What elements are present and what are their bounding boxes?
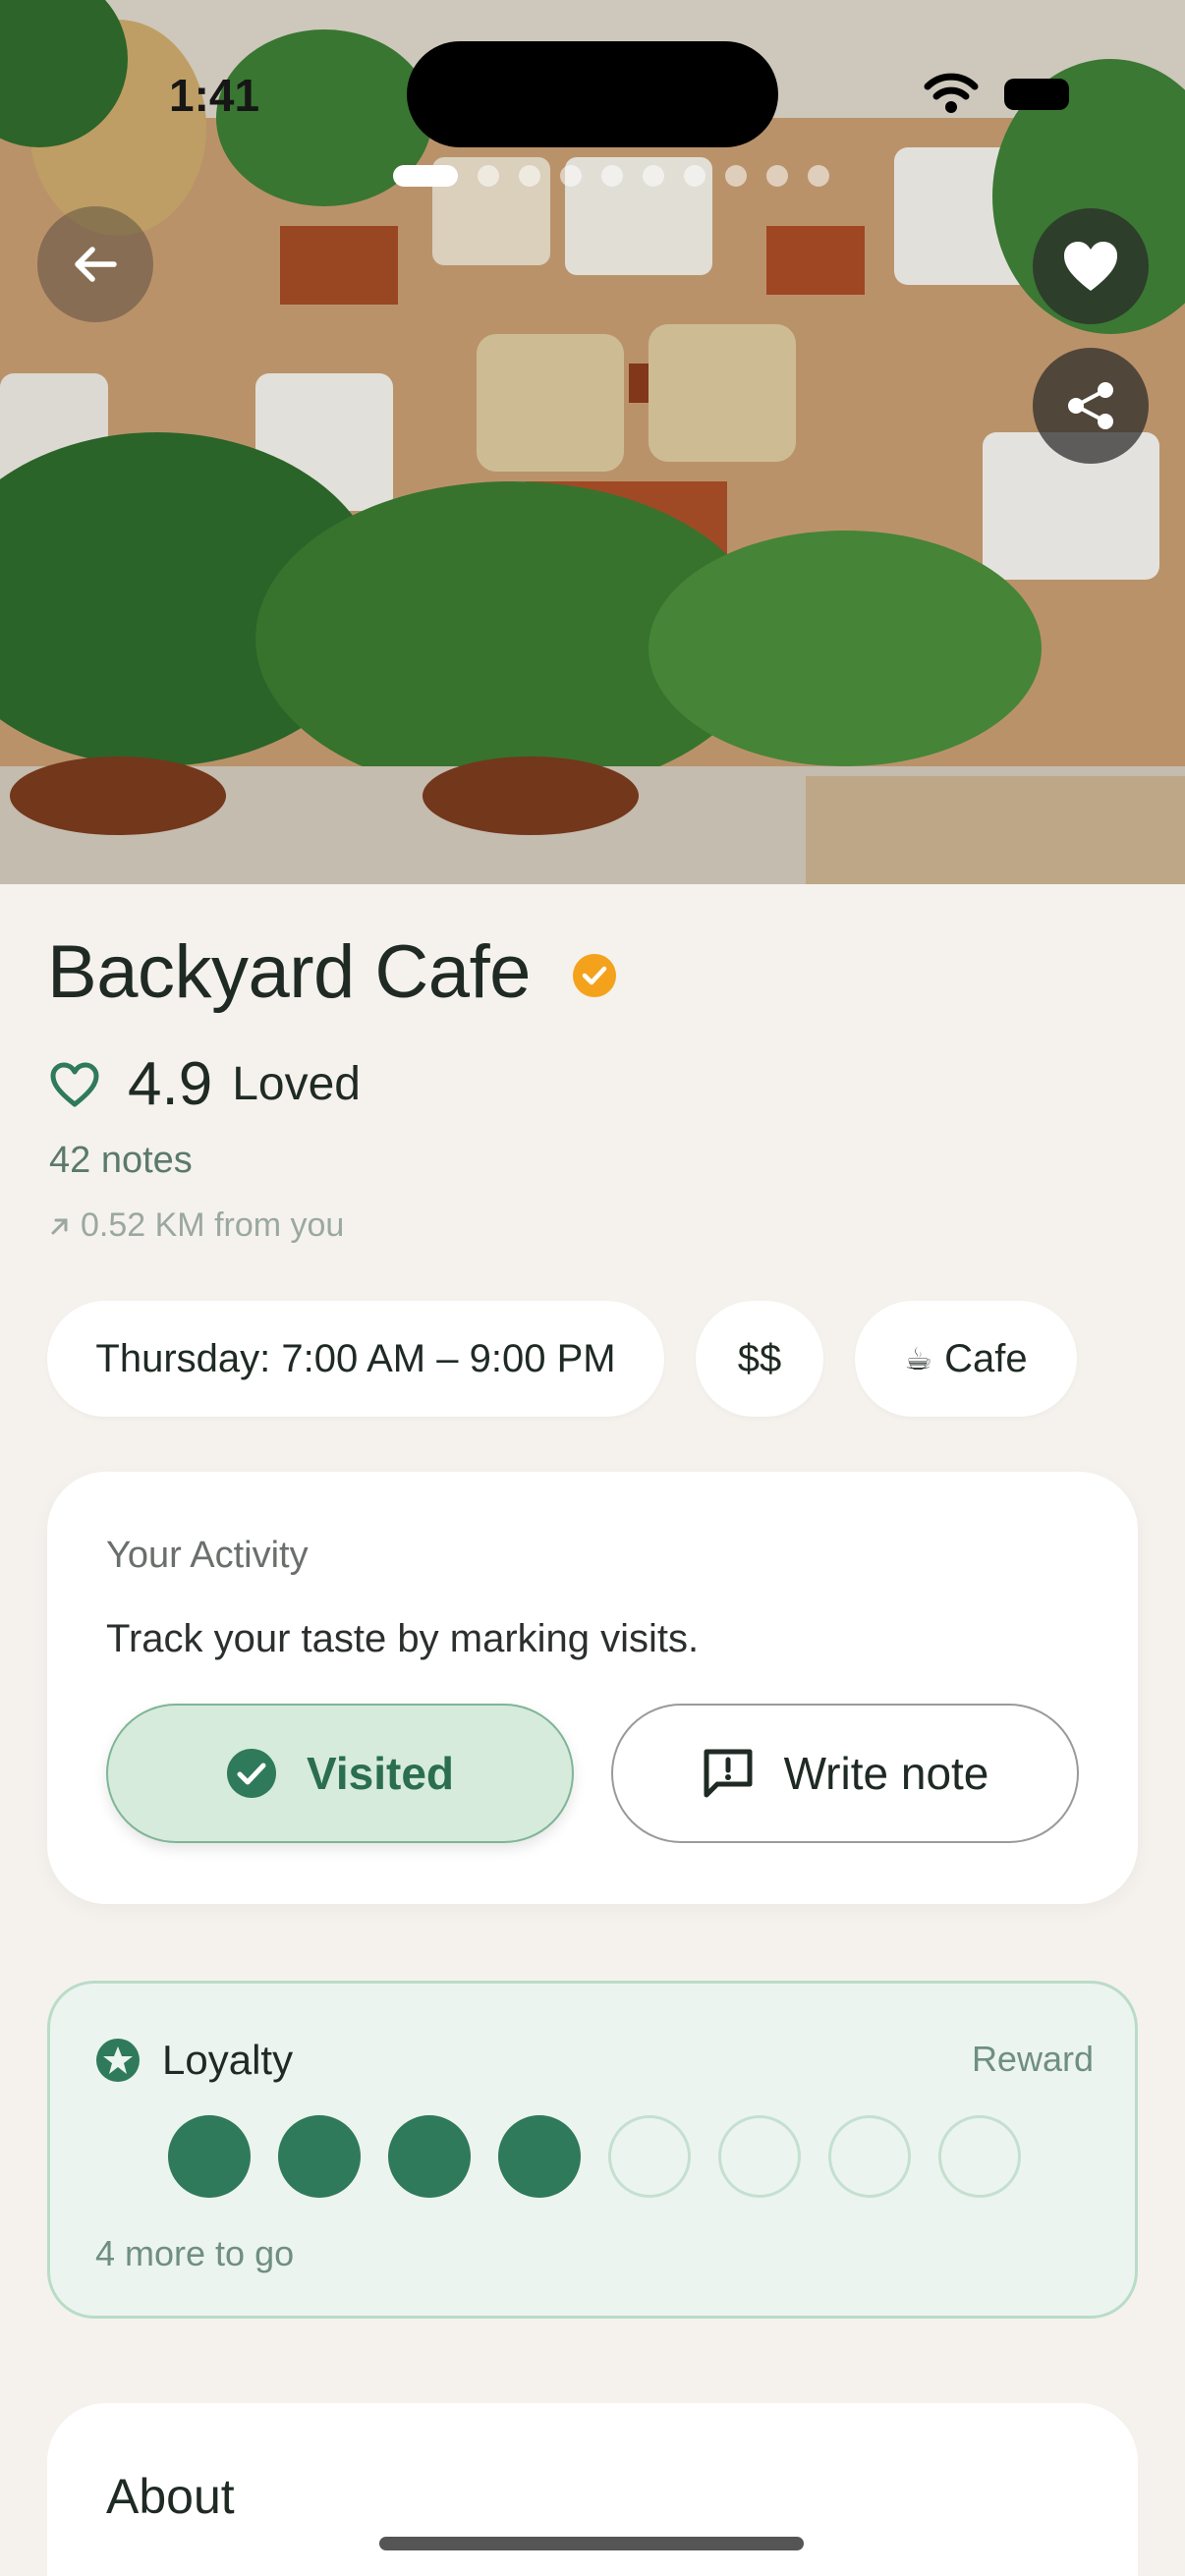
arrow-left-icon [75,247,117,282]
star-badge-icon [96,2039,140,2082]
comment-icon [704,1749,753,1798]
hours-text: Thursday: 7:00 AM – 9:00 PM [95,1336,616,1380]
stamp-filled [498,2115,581,2198]
verified-badge-icon [573,954,616,997]
carousel-indicator [393,163,829,189]
carousel-dot[interactable] [808,165,829,187]
loyalty-progress: 4 more to go [95,2233,295,2273]
info-chips: Thursday: 7:00 AM – 9:00 PM $$ ☕ Cafe [47,1301,1077,1417]
carousel-dot[interactable] [519,165,540,187]
category-text: Cafe [944,1336,1028,1380]
carousel-dot[interactable] [560,165,582,187]
stamp-empty [828,2115,911,2198]
carousel-dot[interactable] [478,165,499,187]
wifi-icon [924,73,979,113]
stamp-filled [168,2115,251,2198]
activity-card: Your Activity Track your taste by markin… [47,1472,1138,1904]
carousel-dot[interactable] [684,165,705,187]
visited-label: Visited [307,1748,454,1799]
home-indicator[interactable] [379,2537,804,2550]
category-chip[interactable]: ☕ Cafe [855,1301,1077,1417]
distance-row: 0.52 KM from you [49,1206,344,1245]
stamp-empty [938,2115,1021,2198]
loyalty-stamps [168,2115,1021,2198]
share-icon [1068,382,1113,429]
share-button[interactable] [1033,348,1149,464]
favorite-button[interactable] [1033,208,1149,324]
distance-text: 0.52 KM from you [81,1206,345,1244]
carousel-dot[interactable] [393,165,458,187]
carousel-dot[interactable] [725,165,747,187]
write-note-button[interactable]: Write note [611,1704,1079,1843]
price-chip[interactable]: $$ [696,1301,823,1417]
price-text: $$ [737,1336,782,1380]
loyalty-card: Loyalty Reward 4 more to go [47,1981,1138,2319]
hero-image[interactable]: 1:41 [0,0,1185,884]
visited-button[interactable]: Visited [106,1704,574,1843]
rating-row: 4.9 Loved [49,1049,361,1119]
battery-icon [1004,79,1069,110]
arrow-up-right-icon [51,1218,68,1234]
dynamic-island [407,41,778,147]
activity-description: Track your taste by marking visits. [106,1617,700,1660]
carousel-dot[interactable] [766,165,788,187]
stamp-empty [718,2115,801,2198]
rating-label: Loved [232,1058,361,1110]
reward-link[interactable]: Reward [972,2039,1094,2080]
about-title: About [106,2469,235,2524]
back-button[interactable] [37,206,153,322]
hours-chip[interactable]: Thursday: 7:00 AM – 9:00 PM [47,1301,664,1417]
place-name: Backyard Cafe [47,930,531,1014]
heart-outline-icon [50,1062,99,1106]
carousel-dot[interactable] [643,165,664,187]
carousel-dot[interactable] [601,165,623,187]
coffee-icon: ☕ [904,1341,933,1376]
status-time: 1:41 [169,70,260,121]
check-circle-icon [227,1749,276,1798]
stamp-empty [608,2115,691,2198]
rating-value: 4.9 [128,1050,213,1118]
stamp-filled [388,2115,471,2198]
stamp-filled [278,2115,361,2198]
loyalty-title: Loyalty [162,2037,294,2083]
notes-count[interactable]: 42 notes [49,1140,193,1182]
write-note-label: Write note [783,1748,989,1799]
activity-heading: Your Activity [106,1535,309,1576]
heart-icon [1064,242,1117,291]
loyalty-header: Loyalty [95,2037,293,2084]
